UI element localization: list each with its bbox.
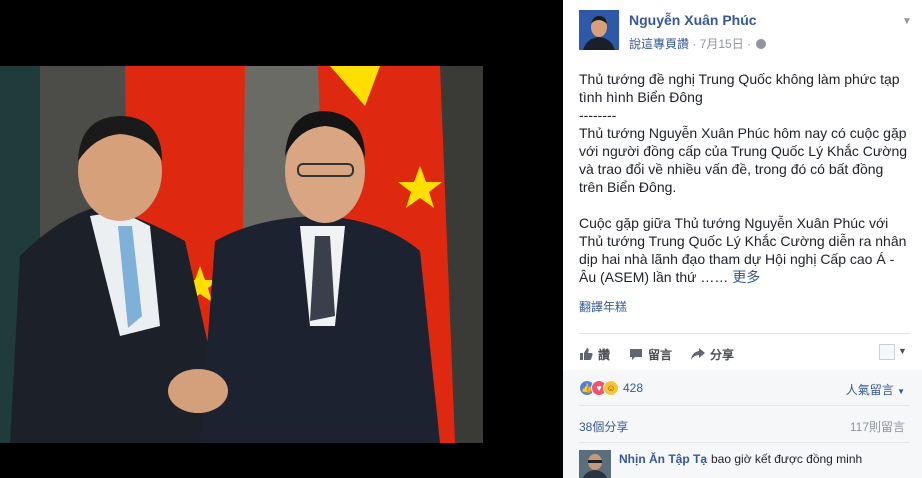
divider — [579, 333, 910, 334]
chevron-down-icon: ▼ — [898, 346, 907, 356]
share-arrow-icon — [691, 348, 705, 360]
share-count-link[interactable]: 38個分享 — [579, 418, 628, 435]
profile-thumbnail-icon — [879, 344, 895, 360]
share-label: 分享 — [710, 348, 735, 362]
comment-text: Nhịn Ăn Tập Tạ bao giờ kết được đồng minh — [619, 452, 862, 466]
see-more-link[interactable]: 更多 — [732, 269, 760, 285]
reaction-summary[interactable]: 👍 ♥ ☺ 428 人氣留言 ▼ — [579, 378, 909, 398]
commenter-avatar-illustration — [579, 450, 611, 478]
page-avatar[interactable] — [579, 10, 619, 50]
post-paragraph: Cuộc gặp giữa Thủ tướng Nguyễn Xuân Phúc… — [579, 214, 909, 286]
post-body: Thủ tướng đề nghị Trung Quốc không làm p… — [579, 70, 909, 286]
haha-reaction-icon: ☺ — [603, 380, 619, 396]
meta-separator: · — [692, 37, 700, 51]
photo-illustration — [0, 66, 483, 443]
commenter-avatar[interactable] — [579, 450, 611, 478]
share-button[interactable]: 分享 — [691, 346, 734, 363]
comment-body: bao giờ kết được đồng minh — [711, 452, 863, 466]
liked-page-label[interactable]: 說這專頁讚 — [629, 37, 689, 51]
like-label: 讚 — [598, 348, 611, 362]
post-header: Nguyễn Xuân Phúc 說這專頁讚 · 7月15日 · ▼ — [579, 10, 914, 54]
globe-icon — [756, 39, 767, 49]
meta-separator: · — [747, 37, 755, 51]
commenter-name-link[interactable]: Nhịn Ăn Tập Tạ — [619, 452, 707, 466]
divider — [579, 405, 910, 406]
sort-label: 人氣留言 — [845, 383, 894, 397]
post-photo[interactable] — [0, 66, 483, 443]
photo-viewer — [0, 0, 563, 478]
post-panel: Nguyễn Xuân Phúc 說這專頁讚 · 7月15日 · ▼ Thủ t… — [563, 0, 922, 478]
avatar-illustration — [579, 10, 619, 50]
comment-button[interactable]: 留言 — [629, 346, 672, 363]
comment-count[interactable]: 117則留言 — [850, 418, 905, 435]
reaction-identity-selector[interactable]: ▼ — [879, 343, 909, 363]
divider — [579, 442, 910, 443]
translate-link[interactable]: 翻譯年糕 — [579, 298, 627, 315]
post-headline: Thủ tướng đề nghị Trung Quốc không làm p… — [579, 71, 904, 105]
like-button[interactable]: 讚 — [579, 346, 610, 363]
comment-item: Nhịn Ăn Tập Tạ bao giờ kết được đồng minh — [579, 449, 914, 478]
page-name-link[interactable]: Nguyễn Xuân Phúc — [629, 12, 757, 28]
comment-label: 留言 — [648, 348, 673, 362]
post-date[interactable]: 7月15日 — [700, 37, 744, 51]
chevron-down-icon: ▼ — [897, 387, 905, 396]
chevron-down-icon[interactable]: ▼ — [900, 16, 914, 30]
thumbs-up-icon — [580, 348, 593, 360]
action-bar: 讚 留言 分享 ▼ — [579, 343, 909, 365]
post-separator: -------- — [579, 107, 617, 123]
comment-sort-dropdown[interactable]: 人氣留言 ▼ — [846, 381, 905, 398]
post-meta: 說這專頁讚 · 7月15日 · — [629, 35, 767, 52]
reaction-count[interactable]: 428 — [623, 381, 643, 395]
post-paragraph: Thủ tướng Nguyễn Xuân Phúc hôm nay có cu… — [579, 125, 911, 195]
speech-bubble-icon — [630, 349, 642, 360]
